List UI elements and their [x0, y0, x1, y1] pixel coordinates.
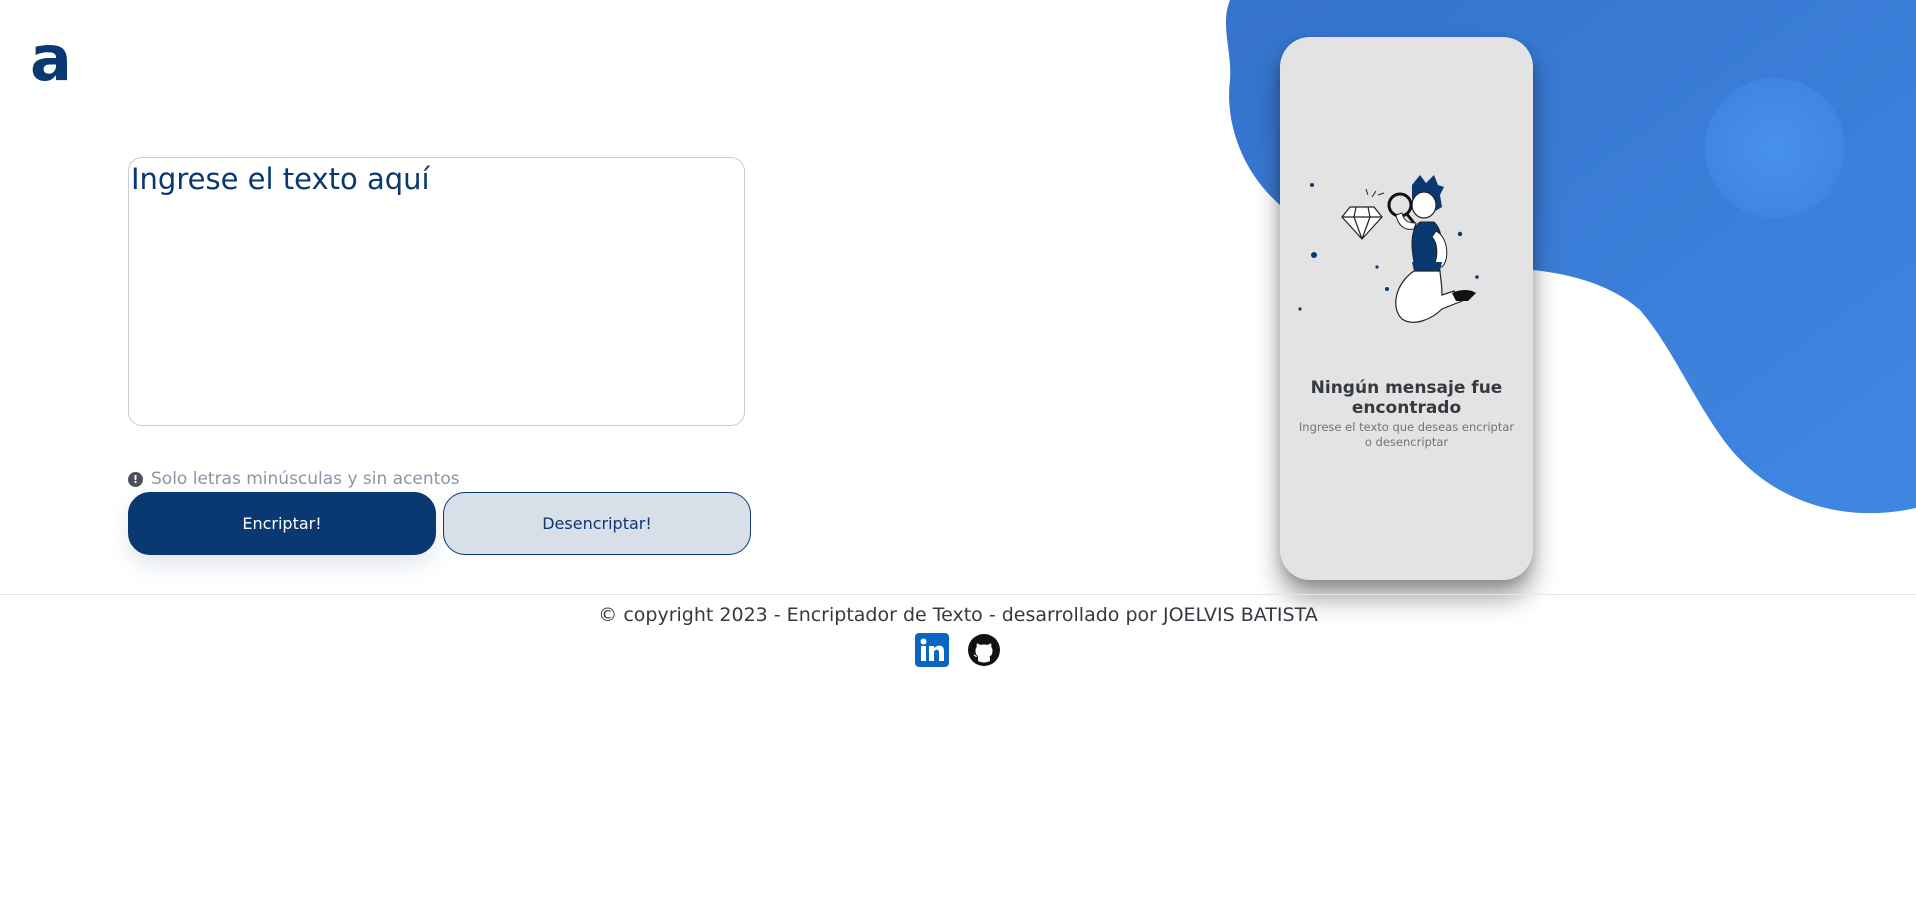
- text-input[interactable]: [131, 162, 742, 421]
- hint-text: Solo letras minúsculas y sin acentos: [151, 469, 460, 489]
- page: a ! Solo letras minúsculas y sin acentos…: [0, 0, 1916, 908]
- footer-copyright: © copyright 2023 - Encriptador de Texto …: [598, 604, 1318, 626]
- social-links: [914, 632, 1002, 668]
- encrypt-button[interactable]: Encriptar!: [128, 492, 436, 555]
- decrypt-button[interactable]: Desencriptar!: [443, 492, 751, 555]
- exclamation-circle-icon: !: [128, 471, 143, 487]
- person-magnifier-illustration: [1298, 175, 1479, 323]
- empty-state-title: Ningún mensaje fue encontrado: [1310, 378, 1503, 418]
- brand-logo[interactable]: a: [30, 28, 72, 90]
- footer-divider: [0, 594, 1916, 595]
- github-icon[interactable]: [966, 632, 1002, 668]
- input-hint: ! Solo letras minúsculas y sin acentos: [128, 469, 460, 489]
- output-panel: Ningún mensaje fue encontrado Ingrese el…: [1280, 37, 1533, 580]
- linkedin-icon[interactable]: [914, 632, 950, 668]
- empty-state-subtitle: Ingrese el texto que deseas encriptar o …: [1298, 420, 1515, 449]
- text-input-container: [128, 157, 745, 426]
